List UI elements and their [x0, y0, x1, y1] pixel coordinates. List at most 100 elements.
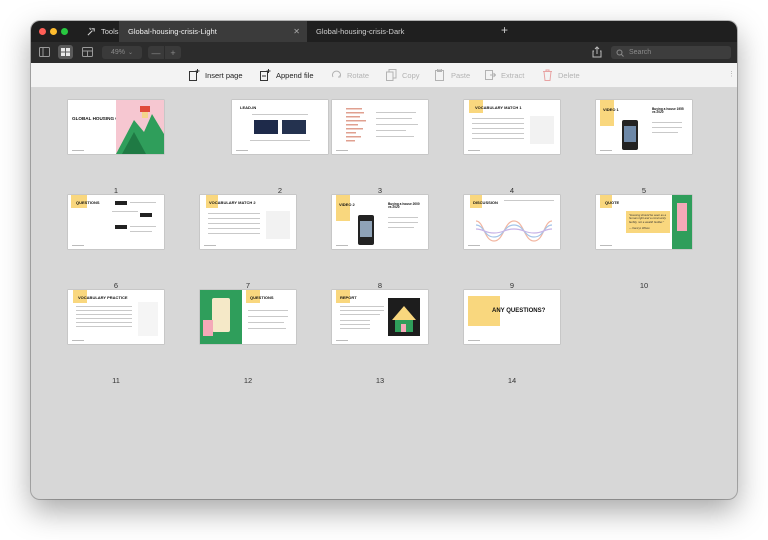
mountain-illustration	[116, 100, 164, 154]
page-thumbnail-4[interactable]: VOCABULARY MATCH 1	[464, 100, 560, 154]
discussion-diagram	[475, 220, 553, 242]
extract-icon	[485, 70, 496, 80]
page-thumbnail-14[interactable]: ANY QUESTIONS?	[464, 290, 560, 344]
tab-title: Global-housing-crisis-Light	[128, 27, 217, 36]
slide-title: VOCABULARY MATCH 1	[475, 105, 522, 110]
phone-video-image	[622, 120, 638, 150]
tab-title: Global-housing-crisis-Dark	[316, 27, 405, 36]
slide-title: VIDEO 2	[339, 202, 355, 207]
slide-title: VIDEO 1	[603, 107, 619, 112]
paste-icon	[435, 69, 444, 81]
zoom-out-button[interactable]: —	[148, 46, 164, 59]
zoom-value: 49%	[110, 49, 125, 56]
zoom-select[interactable]: 49% ⌄	[102, 46, 142, 59]
page-number: 2	[277, 186, 283, 195]
search-icon	[616, 49, 624, 57]
toolbar: 49% ⌄ — + Search	[31, 42, 737, 63]
maximize-window-button[interactable]	[61, 28, 68, 35]
page-thumbnail-1[interactable]: GLOBAL HOUSING CRISIS	[68, 100, 164, 154]
copy-icon	[386, 69, 397, 81]
page-number: 10	[639, 281, 649, 290]
page-thumbnail-8[interactable]: VIDEO 2 Buying a house 2000 vs 2020	[332, 195, 428, 249]
video-subtitle: Buying a house 2000 vs 2020	[388, 202, 420, 210]
phone-illustration	[200, 290, 242, 344]
building-illustration	[672, 195, 692, 249]
slide-title: DISCUSSION	[473, 200, 498, 205]
slide-title: ANY QUESTIONS?	[492, 308, 546, 314]
page-number: 8	[377, 281, 383, 290]
delete-button[interactable]: Delete	[542, 63, 580, 87]
zoom-in-button[interactable]: +	[165, 46, 181, 59]
rotate-button[interactable]: Rotate	[331, 63, 369, 87]
slide-title: VOCABULARY MATCH 2	[209, 200, 256, 205]
page-thumbnail-6[interactable]: QUESTIONS	[68, 195, 164, 249]
page-number: 1	[113, 186, 119, 195]
sidebar-toggle-icon[interactable]	[39, 47, 50, 57]
append-file-button[interactable]: Append file	[260, 63, 314, 87]
quote-author: — Kamryn Wilson	[629, 227, 650, 230]
page-number: 12	[243, 376, 253, 385]
page-thumbnail-grid: GLOBAL HOUSING CRISIS 1 LEAD-IN 2 3 VOCA…	[31, 87, 737, 499]
page-number: 4	[509, 186, 515, 195]
tools-button[interactable]: Tools	[87, 21, 119, 42]
new-tab-button[interactable]: +	[501, 23, 508, 37]
page-number: 5	[641, 186, 647, 195]
page-thumbnail-12[interactable]: QUESTIONS	[200, 290, 296, 344]
photo-placeholder	[254, 120, 278, 134]
chart-image	[346, 108, 366, 142]
insert-page-icon	[189, 69, 200, 81]
slide-title: QUESTIONS	[76, 200, 100, 205]
tab-global-housing-crisis-light[interactable]: Global-housing-crisis-Light ✕	[119, 21, 307, 42]
quote-text: "Housing should be seen as a human right…	[629, 213, 667, 224]
page-number: 7	[245, 281, 251, 290]
insert-page-button[interactable]: Insert page	[189, 63, 243, 87]
append-file-icon	[260, 69, 271, 81]
grid-view-button[interactable]	[58, 45, 73, 59]
page-actions-bar: Insert page Append file Rotate Copy Past…	[31, 63, 737, 88]
minimize-window-button[interactable]	[50, 28, 57, 35]
close-window-button[interactable]	[39, 28, 46, 35]
slide-title: LEAD-IN	[240, 105, 257, 110]
page-number: 6	[113, 281, 119, 290]
page-number: 11	[112, 376, 120, 385]
copy-button[interactable]: Copy	[386, 63, 420, 87]
app-window: Tools Global-housing-crisis-Light ✕ Glob…	[31, 21, 737, 499]
photo-placeholder	[282, 120, 306, 134]
search-placeholder: Search	[629, 49, 652, 56]
slide-title: REPORT	[340, 295, 357, 300]
video-subtitle: Buying a house 1955 vs 2020	[652, 107, 684, 115]
page-thumbnail-2[interactable]: LEAD-IN	[232, 100, 328, 154]
page-thumbnail-10[interactable]: QUOTE "Housing should be seen as a human…	[596, 195, 692, 249]
tools-icon	[87, 27, 95, 36]
page-thumbnail-3[interactable]	[332, 100, 428, 154]
slide-title: VOCABULARY PRACTICE	[78, 295, 128, 300]
page-thumbnail-7[interactable]: VOCABULARY MATCH 2	[200, 195, 296, 249]
page-thumbnail-5[interactable]: VIDEO 1 Buying a house 1955 vs 2020	[596, 100, 692, 154]
page-number: 9	[509, 281, 515, 290]
title-bar: Tools Global-housing-crisis-Light ✕ Glob…	[31, 21, 737, 42]
grid-view-icon	[61, 48, 70, 56]
tools-label: Tools	[101, 27, 119, 36]
page-thumbnail-13[interactable]: REPORT	[332, 290, 428, 344]
quote-box: "Housing should be seen as a human right…	[626, 211, 670, 233]
phone-video-image	[358, 215, 374, 245]
rotate-icon	[332, 70, 341, 78]
page-thumbnail-11[interactable]: VOCABULARY PRACTICE	[68, 290, 164, 344]
paste-button[interactable]: Paste	[435, 63, 470, 87]
search-field[interactable]: Search	[611, 46, 731, 59]
share-icon[interactable]	[592, 46, 602, 58]
slide-title: QUOTE	[605, 200, 620, 205]
slide-title: QUESTIONS	[250, 295, 274, 300]
page-number: 14	[507, 376, 517, 385]
resize-handle-icon[interactable]: ⋮	[728, 70, 735, 78]
page-number: 13	[375, 376, 385, 385]
tab-global-housing-crisis-dark[interactable]: Global-housing-crisis-Dark	[307, 21, 495, 42]
page-thumbnail-9[interactable]: DISCUSSION	[464, 195, 560, 249]
page-number: 3	[377, 186, 383, 195]
page-layout-icon[interactable]	[82, 47, 93, 57]
chevron-down-icon: ⌄	[127, 50, 134, 56]
extract-button[interactable]: Extract	[485, 63, 524, 87]
close-tab-icon[interactable]: ✕	[293, 27, 300, 36]
house-illustration	[388, 298, 420, 336]
trash-icon	[543, 69, 552, 81]
